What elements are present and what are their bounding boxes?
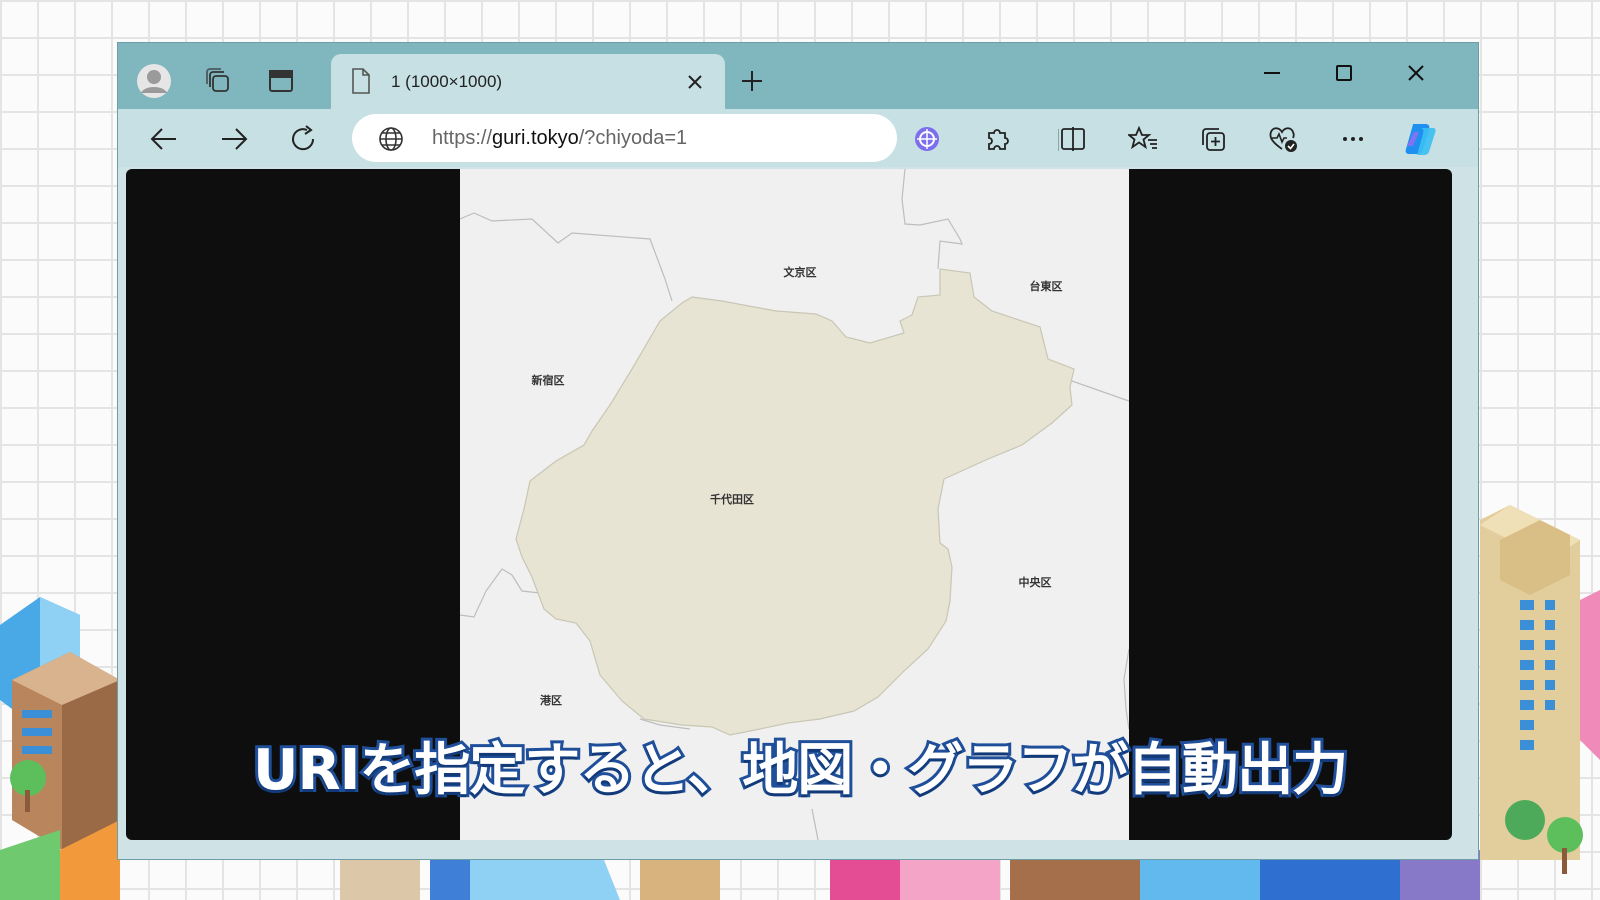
- url-path: /?chiyoda=1: [578, 127, 688, 149]
- active-tab[interactable]: 1 (1000×1000): [331, 54, 725, 110]
- close-icon[interactable]: [683, 70, 707, 94]
- profile-icon[interactable]: [134, 61, 174, 101]
- tab-title: 1 (1000×1000): [391, 72, 503, 91]
- ward-label-chuo: 中央区: [1018, 576, 1052, 589]
- url-text[interactable]: https://guri.tokyo/?chiyoda=1: [432, 127, 687, 150]
- video-caption: URIを指定すると、地図・グラフが自動出力: [250, 735, 1351, 806]
- maximize-icon[interactable]: [1319, 55, 1369, 91]
- minimize-icon[interactable]: [1247, 55, 1297, 91]
- back-arrow-icon[interactable]: [144, 119, 184, 159]
- copilot-icon[interactable]: [1400, 119, 1440, 159]
- workspaces-icon[interactable]: [198, 61, 238, 101]
- copilot-extension-icon[interactable]: [907, 119, 947, 159]
- collections-icon[interactable]: [1193, 119, 1233, 159]
- more-icon[interactable]: [1333, 119, 1373, 159]
- vertical-tabs-icon[interactable]: [261, 61, 301, 101]
- toolbar: https://guri.tokyo/?chiyoda=1: [118, 109, 1478, 167]
- title-bar: 1 (1000×1000): [118, 43, 1478, 110]
- url-host: guri.tokyo: [492, 127, 579, 149]
- split-screen-icon[interactable]: [1053, 119, 1093, 159]
- puzzle-icon[interactable]: [977, 119, 1017, 159]
- url-scheme: https://: [432, 127, 493, 149]
- page-icon: [351, 68, 371, 98]
- ward-label-minato: 港区: [540, 694, 562, 707]
- forward-arrow-icon[interactable]: [214, 119, 254, 159]
- heart-pulse-icon[interactable]: [1263, 119, 1303, 159]
- refresh-icon[interactable]: [283, 119, 323, 159]
- address-bar[interactable]: https://guri.tokyo/?chiyoda=1: [352, 114, 897, 162]
- favorites-icon[interactable]: [1123, 119, 1163, 159]
- chiyoda-ward-shape: [515, 268, 1075, 736]
- globe-icon[interactable]: [378, 126, 404, 156]
- ward-label-chiyoda: 千代田区: [710, 493, 754, 506]
- window-close-icon[interactable]: [1391, 55, 1441, 91]
- plus-icon[interactable]: [734, 63, 770, 99]
- ward-label-shinjuku: 新宿区: [531, 374, 565, 387]
- ward-label-taito: 台東区: [1029, 280, 1063, 293]
- ward-label-bunkyo: 文京区: [783, 266, 817, 279]
